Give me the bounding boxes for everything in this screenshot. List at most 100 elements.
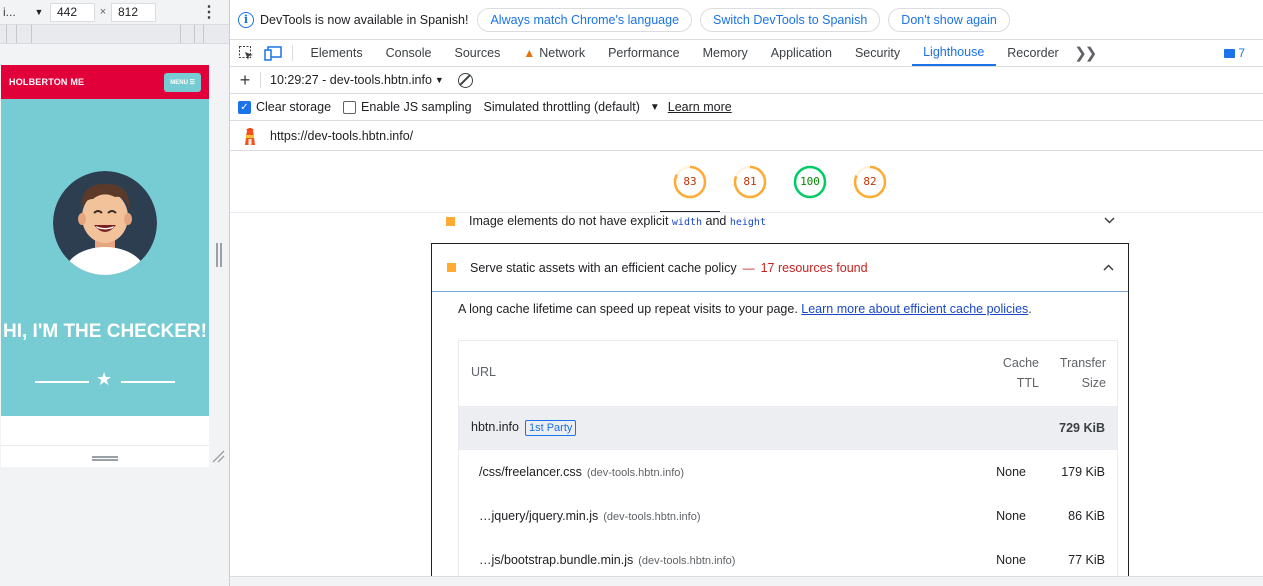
audit-title: Image elements do not have explicit widt… [469,214,766,228]
score-gauge[interactable]: 83 [673,165,707,199]
column-transfer-size: Transfer Size [1059,356,1106,390]
chevron-down-icon[interactable] [1104,215,1115,227]
site-hero: HI, I'M THE CHECKER! ★ [1,99,209,416]
score-gauge[interactable]: 82 [853,165,887,199]
score-value: 83 [683,175,697,188]
tab-lighthouse[interactable]: Lighthouse [911,40,996,66]
side-resize-handle[interactable] [216,243,222,267]
display-dash: — [742,260,755,275]
throttling-select[interactable]: Simulated throttling (default) [484,100,640,114]
resize-corner-icon[interactable] [211,449,225,463]
throttling-dropdown-icon[interactable]: ▼ [650,102,660,113]
tab-application[interactable]: Application [759,40,843,66]
dimension-separator: × [99,6,107,18]
star-icon: ★ [96,369,113,389]
tab-console[interactable]: Console [374,40,443,66]
emulated-viewport[interactable]: HOLBERTON ME MENU ☰ HI, I'M THE CHECKER!… [1,65,209,445]
first-party-badge: 1st Party [524,420,577,436]
drawer-edge [230,576,1263,586]
device-emulation-pane: i... ▼ × ⋮ HOLBERTON ME MENU ☰ [0,0,230,586]
device-select[interactable]: i... [0,5,28,19]
resize-grip-icon[interactable] [92,456,118,461]
devtools-panel: i DevTools is now available in Spanish! … [230,0,1263,586]
report-dropdown-icon[interactable]: ▼ [435,75,444,85]
tab-recorder[interactable]: Recorder [996,40,1070,66]
device-toolbar: i... ▼ × ⋮ [0,0,229,24]
tab-memory[interactable]: Memory [691,40,759,66]
site-menu-button[interactable]: MENU ☰ [164,72,201,92]
avatar [53,171,157,275]
viewport-width-input[interactable] [50,2,95,22]
table-header: URL Cache TTL Transfer Size [459,341,1117,406]
entity-name: hbtn.info 1st Party [471,420,577,436]
js-sampling-checkbox[interactable] [343,100,357,114]
tab-network[interactable]: ▲ Network [512,40,597,66]
clear-storage-checkbox[interactable]: ✓ [238,100,251,114]
resources-table: URL Cache TTL Transfer Size hbtn.info 1st P… [458,340,1118,583]
score-gauges: 83 81 100 82 [230,151,1263,213]
tab-security[interactable]: Security [843,40,911,66]
hero-title: HI, I'M THE CHECKER! [2,321,208,342]
table-row-group[interactable]: hbtn.info 1st Party 729 KiB [459,406,1117,450]
device-dropdown-arrow-icon[interactable]: ▼ [28,7,50,17]
language-infobar: i DevTools is now available in Spanish! … [230,0,1263,40]
tab-performance[interactable]: Performance [597,40,692,66]
inspect-element-icon[interactable] [235,42,257,64]
resource-ttl: None [996,509,1026,523]
resource-url: …js/bootstrap.bundle.min.js (dev-tools.hb… [479,553,736,567]
warning-icon: ▲ [523,46,536,60]
more-tabs-icon[interactable]: ❯❯ [1074,44,1097,62]
audit-description-text: A long cache lifetime can speed up repea… [458,302,798,316]
infobar-message: DevTools is now available in Spanish! [260,12,469,27]
match-language-button[interactable]: Always match Chrome's language [477,7,693,32]
resource-url: …jquery/jquery.min.js (dev-tools.hbtn.inf… [479,509,701,523]
entity-size: 729 KiB [1059,421,1105,435]
lighthouse-icon [245,127,255,145]
report-select[interactable]: 10:29:27 - dev-tools.hbtn.info [270,73,432,87]
audit-description: A long cache lifetime can speed up repea… [458,302,1032,316]
message-icon [1224,48,1236,58]
learn-more-link[interactable]: Learn more [668,100,732,114]
table-row[interactable]: …jquery/jquery.min.js (dev-tools.hbtn.inf… [459,494,1117,538]
column-cache-ttl: Cache TTL [1002,356,1039,390]
issues-count: 7 [1238,46,1245,60]
site-brand[interactable]: HOLBERTON ME [9,77,84,87]
clear-reports-icon[interactable] [457,72,473,88]
score-gauge[interactable]: 100 [793,165,827,199]
resource-ttl: None [996,553,1026,567]
resource-size: 77 KiB [1068,553,1105,567]
chevron-up-icon[interactable] [1103,262,1114,274]
cache-policies-link[interactable]: Learn more about efficient cache policie… [801,302,1028,316]
resource-ttl: None [996,465,1026,479]
score-gauge[interactable]: 81 [733,165,767,199]
audit-cache-policy: Serve static assets with an efficient ca… [431,243,1129,586]
score-value: 100 [800,175,820,188]
viewport-height-input[interactable] [111,2,156,22]
audit-unsized-images[interactable]: Image elements do not have explicit widt… [431,207,1129,235]
more-options-icon[interactable]: ⋮ [201,2,217,22]
table-row[interactable]: /css/freelancer.css (dev-tools.hbtn.info)… [459,450,1117,494]
dont-show-again-button[interactable]: Don't show again [888,7,1010,32]
audited-url: https://dev-tools.hbtn.info/ [270,128,414,143]
report-url-bar: https://dev-tools.hbtn.info/ [230,121,1263,151]
device-toggle-icon[interactable] [262,42,284,64]
switch-spanish-button[interactable]: Switch DevTools to Spanish [700,7,881,32]
average-marker-icon [447,263,456,272]
tab-sources[interactable]: Sources [443,40,512,66]
resource-size: 86 KiB [1068,509,1105,523]
tab-network-label: Network [539,46,586,60]
tab-elements[interactable]: Elements [299,40,374,66]
score-value: 82 [863,175,877,188]
score-value: 81 [743,175,757,188]
viewport-resize-bar[interactable] [1,445,209,467]
star-divider: ★ [35,369,175,389]
lighthouse-settings: ✓ Clear storage Enable JS sampling Simul… [230,94,1263,121]
resource-size: 179 KiB [1061,465,1105,479]
average-marker-icon [446,216,455,226]
main-tab-bar: Elements Console Sources ▲ Network Perfor… [230,40,1263,67]
js-sampling-label: Enable JS sampling [361,100,472,114]
audit-header[interactable]: Serve static assets with an efficient ca… [432,244,1128,292]
issues-badge[interactable]: 7 [1224,46,1245,60]
new-report-icon[interactable]: + [230,70,260,91]
audit-title: Serve static assets with an efficient ca… [470,260,737,275]
